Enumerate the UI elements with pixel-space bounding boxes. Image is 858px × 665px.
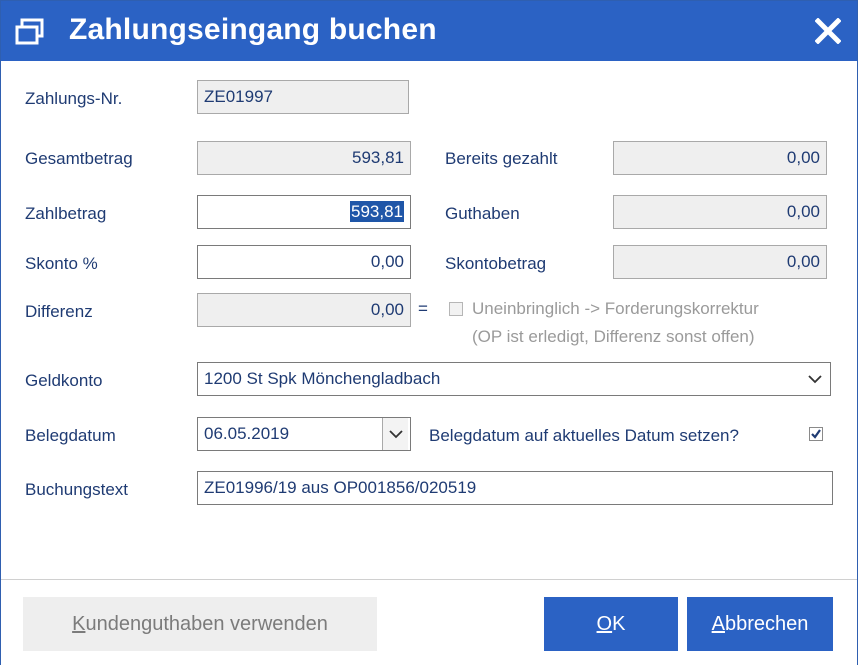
- skontobetrag-field: 0,00: [613, 245, 827, 279]
- ok-label: K: [612, 612, 626, 635]
- differenz-label: Differenz: [25, 302, 93, 321]
- bereits-gezahlt-label: Bereits gezahlt: [445, 149, 558, 168]
- dialog-footer: Kundenguthaben verwenden OK Abbrechen: [1, 579, 857, 665]
- restore-window-icon: [15, 18, 44, 45]
- close-button[interactable]: [805, 9, 851, 53]
- uneinbringlich-label: Uneinbringlich -> Forderungskorrektur: [472, 299, 759, 318]
- abbrechen-label: bbrechen: [724, 612, 809, 635]
- zahlungs-nr-label: Zahlungs-Nr.: [25, 89, 123, 108]
- skonto-pct-input[interactable]: 0,00: [197, 245, 411, 279]
- skontobetrag-label: Skontobetrag: [445, 254, 547, 273]
- gesamtbetrag-label: Gesamtbetrag: [25, 149, 133, 168]
- belegdatum-aktuell-checkbox[interactable]: [809, 427, 823, 441]
- calendar-dropdown-icon[interactable]: [382, 418, 408, 450]
- guthaben-label: Guthaben: [445, 204, 520, 223]
- belegdatum-value: 06.05.2019: [204, 424, 290, 443]
- bereits-gezahlt-field: 0,00: [613, 141, 827, 175]
- ok-button[interactable]: OK: [544, 597, 678, 651]
- payment-dialog: Zahlungseingang buchen Zahlungs-Nr. ZE01…: [0, 0, 858, 665]
- ok-mnemonic: O: [596, 612, 613, 635]
- skonto-pct-label: Skonto %: [25, 254, 98, 273]
- geldkonto-label: Geldkonto: [25, 371, 103, 390]
- uneinbringlich-checkbox[interactable]: [449, 302, 463, 316]
- checkmark-icon: [811, 429, 821, 439]
- belegdatum-aktuell-label: Belegdatum auf aktuelles Datum setzen?: [429, 426, 739, 445]
- abbrechen-mnemonic: A: [711, 612, 725, 635]
- zahlbetrag-label: Zahlbetrag: [25, 204, 107, 223]
- abbrechen-button[interactable]: Abbrechen: [687, 597, 833, 651]
- buchungstext-label: Buchungstext: [25, 480, 129, 499]
- equals-sign: =: [418, 299, 428, 318]
- chevron-down-icon[interactable]: [802, 363, 828, 395]
- zahlungs-nr-field: ZE01997: [197, 80, 409, 114]
- geldkonto-select[interactable]: 1200 St Spk Mönchengladbach: [197, 362, 831, 396]
- buchungstext-input[interactable]: ZE01996/19 aus OP001856/020519: [197, 471, 833, 505]
- dialog-title: Zahlungseingang buchen: [69, 13, 437, 46]
- kundenguthaben-mnemonic: K: [72, 612, 86, 635]
- belegdatum-datepicker[interactable]: 06.05.2019: [197, 417, 411, 451]
- gesamtbetrag-field: 593,81: [197, 141, 411, 175]
- kundenguthaben-label: undenguthaben verwenden: [85, 612, 328, 635]
- uneinbringlich-hint: (OP ist erledigt, Differenz sonst offen): [472, 327, 755, 346]
- kundenguthaben-button[interactable]: Kundenguthaben verwenden: [23, 597, 377, 651]
- close-icon: [815, 18, 841, 44]
- belegdatum-label: Belegdatum: [25, 426, 116, 445]
- zahlbetrag-input[interactable]: 593,81: [197, 195, 411, 229]
- zahlbetrag-selected-text: 593,81: [350, 201, 404, 222]
- guthaben-field: 0,00: [613, 195, 827, 229]
- geldkonto-value: 1200 St Spk Mönchengladbach: [204, 369, 441, 388]
- differenz-field: 0,00: [197, 293, 411, 327]
- title-bar[interactable]: Zahlungseingang buchen: [1, 1, 857, 61]
